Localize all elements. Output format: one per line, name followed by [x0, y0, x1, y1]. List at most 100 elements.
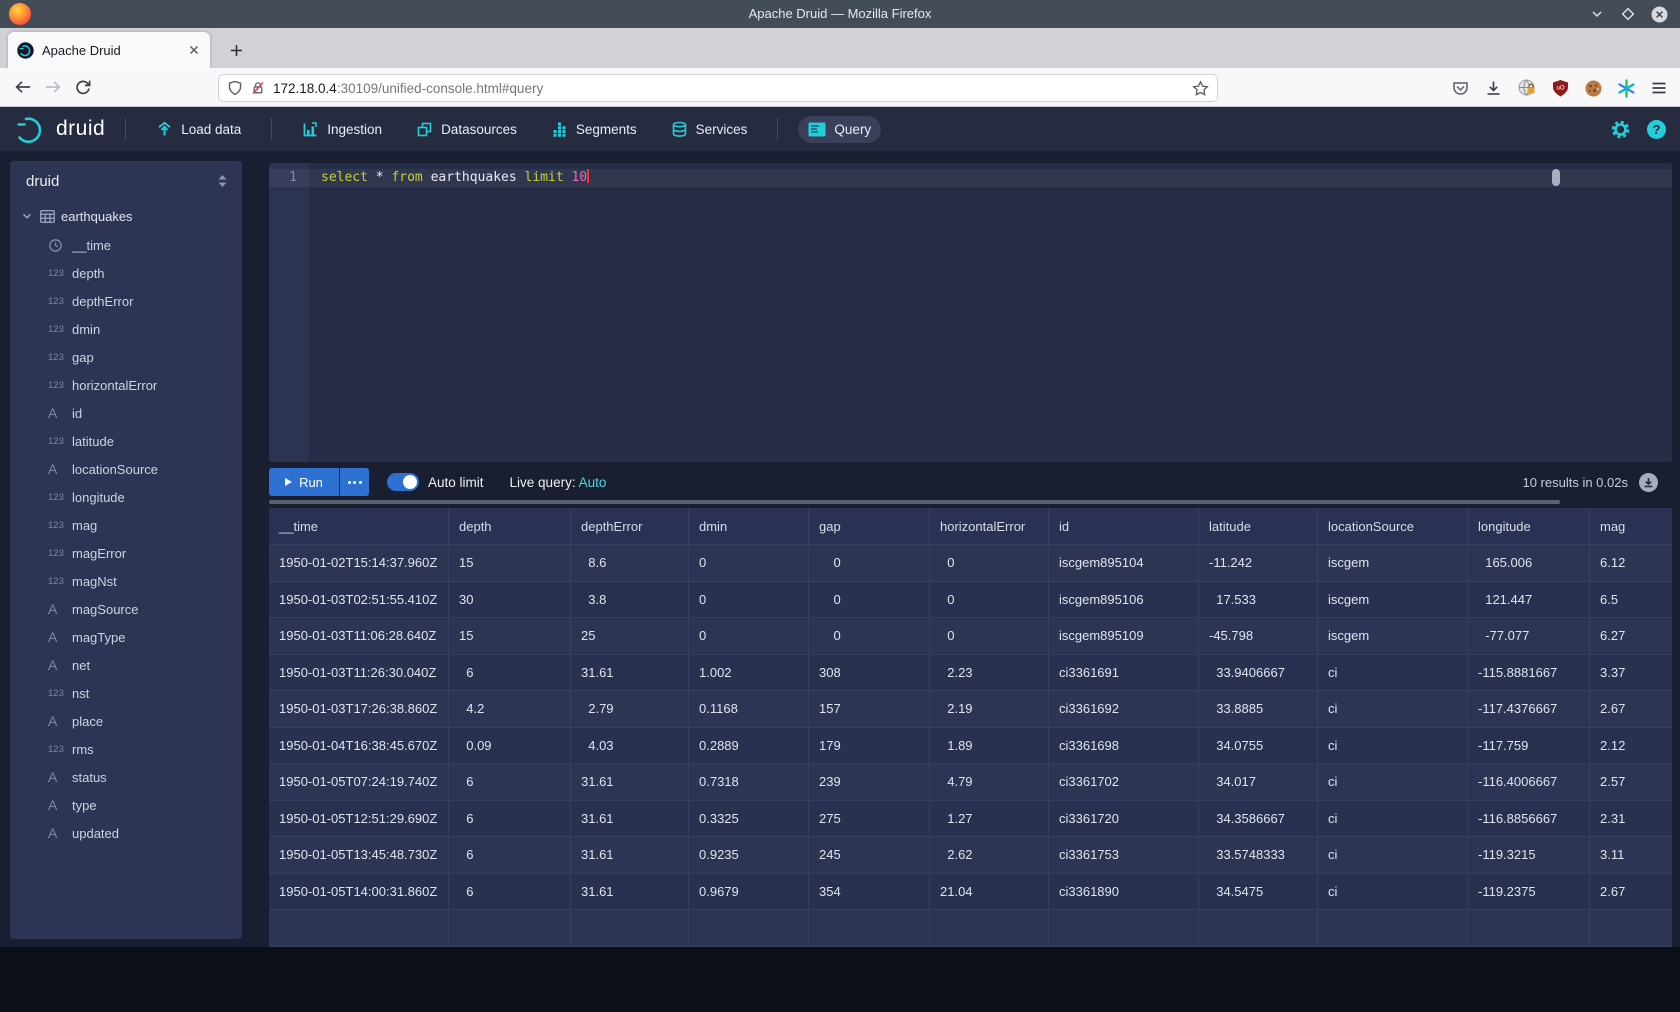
table-cell[interactable]: 33.9406667 [1199, 655, 1318, 691]
table-cell[interactable]: 179 [809, 728, 930, 764]
sidebar-column-nst[interactable]: 123nst [10, 679, 242, 707]
ublock-origin-icon[interactable]: uO [1551, 79, 1570, 98]
sidebar-column-mag[interactable]: 123mag [10, 511, 242, 539]
table-cell[interactable]: 17.533 [1199, 582, 1318, 618]
table-cell[interactable]: -117.4376667 [1468, 691, 1590, 727]
table-cell[interactable]: 15 [449, 545, 571, 581]
chevron-down-icon[interactable] [20, 209, 34, 223]
table-cell[interactable]: 121.447 [1468, 582, 1590, 618]
table-cell[interactable]: iscgem895106 [1049, 582, 1199, 618]
table-header-dmin[interactable]: dmin [689, 508, 809, 544]
nav-ingestion[interactable]: Ingestion [292, 115, 392, 144]
table-cell[interactable]: 0 [930, 582, 1049, 618]
table-cell[interactable]: 2.31 [1590, 801, 1672, 837]
url-bar[interactable]: 172.18.0.4:30109/unified-console.html#qu… [218, 74, 1218, 102]
sql-editor[interactable]: 1 select * from earthquakes limit 10 [269, 163, 1672, 462]
table-cell[interactable]: 2.62 [930, 837, 1049, 873]
table-cell[interactable]: ci [1318, 764, 1468, 800]
table-cell[interactable]: ci3361890 [1049, 874, 1199, 910]
run-button[interactable]: Run [269, 468, 339, 496]
table-cell[interactable]: 0.9235 [689, 837, 809, 873]
table-cell[interactable]: ci [1318, 874, 1468, 910]
sidebar-column-updated[interactable]: Aupdated [10, 819, 242, 847]
url-text[interactable]: 172.18.0.4:30109/unified-console.html#qu… [273, 81, 1185, 96]
insecure-lock-icon[interactable] [250, 80, 266, 96]
table-cell[interactable]: 0 [809, 618, 930, 654]
table-header-longitude[interactable]: longitude [1468, 508, 1590, 544]
table-cell[interactable]: -119.2375 [1468, 874, 1590, 910]
table-cell[interactable]: 2.19 [930, 691, 1049, 727]
table-cell[interactable]: 308 [809, 655, 930, 691]
table-cell[interactable]: 1950-01-03T11:26:30.040Z [269, 655, 449, 691]
table-cell[interactable]: 34.017 [1199, 764, 1318, 800]
nav-query[interactable]: Query [798, 116, 881, 143]
table-cell[interactable]: 0 [930, 618, 1049, 654]
table-cell[interactable]: 4.03 [571, 728, 689, 764]
table-cell[interactable]: 245 [809, 837, 930, 873]
sidebar-column-locationSource[interactable]: AlocationSource [10, 455, 242, 483]
sidebar-column-magSource[interactable]: AmagSource [10, 595, 242, 623]
table-header-depth[interactable]: depth [449, 508, 571, 544]
table-cell[interactable]: ci3361698 [1049, 728, 1199, 764]
table-cell[interactable]: 0.7318 [689, 764, 809, 800]
table-cell[interactable]: 21.04 [930, 874, 1049, 910]
auto-limit-toggle[interactable] [387, 473, 419, 491]
settings-gear-icon[interactable] [1610, 119, 1631, 140]
table-cell[interactable]: 6.5 [1590, 582, 1672, 618]
sidebar-column-type[interactable]: Atype [10, 791, 242, 819]
sidebar-column-horizontalError[interactable]: 123horizontalError [10, 371, 242, 399]
table-cell[interactable]: -115.8881667 [1468, 655, 1590, 691]
table-cell[interactable]: ci [1318, 691, 1468, 727]
table-cell[interactable]: iscgem [1318, 618, 1468, 654]
table-cell[interactable]: 6.12 [1590, 545, 1672, 581]
table-cell[interactable]: ci [1318, 655, 1468, 691]
forward-button[interactable] [38, 72, 68, 102]
table-cell[interactable]: 275 [809, 801, 930, 837]
table-cell[interactable]: 30 [449, 582, 571, 618]
table-cell[interactable]: ci3361753 [1049, 837, 1199, 873]
table-cell[interactable]: iscgem895104 [1049, 545, 1199, 581]
sidebar-column-magNst[interactable]: 123magNst [10, 567, 242, 595]
table-cell[interactable]: 354 [809, 874, 930, 910]
table-header-latitude[interactable]: latitude [1199, 508, 1318, 544]
sidebar-column-gap[interactable]: 123gap [10, 343, 242, 371]
sort-icon[interactable] [217, 174, 228, 188]
table-cell[interactable]: 0.1168 [689, 691, 809, 727]
table-cell[interactable]: 2.67 [1590, 874, 1672, 910]
run-more-button[interactable] [340, 468, 369, 496]
sidebar-column-depth[interactable]: 123depth [10, 259, 242, 287]
table-cell[interactable]: ci3361691 [1049, 655, 1199, 691]
reload-button[interactable] [68, 72, 98, 102]
table-header-depthError[interactable]: depthError [571, 508, 689, 544]
downloads-icon[interactable] [1484, 79, 1503, 98]
table-cell[interactable]: 1950-01-02T15:14:37.960Z [269, 545, 449, 581]
sidebar-column-depthError[interactable]: 123depthError [10, 287, 242, 315]
table-cell[interactable]: 3.11 [1590, 837, 1672, 873]
table-cell[interactable]: 6 [449, 874, 571, 910]
sidebar-column-status[interactable]: Astatus [10, 763, 242, 791]
tab-close-icon[interactable] [187, 43, 201, 57]
table-header-locationSource[interactable]: locationSource [1318, 508, 1468, 544]
table-cell[interactable]: 6 [449, 837, 571, 873]
table-cell[interactable]: ci3361692 [1049, 691, 1199, 727]
pocket-icon[interactable] [1451, 79, 1470, 98]
table-cell[interactable]: ci [1318, 728, 1468, 764]
table-cell[interactable]: 157 [809, 691, 930, 727]
sidebar-column-magError[interactable]: 123magError [10, 539, 242, 567]
table-cell[interactable]: 2.57 [1590, 764, 1672, 800]
table-cell[interactable]: 6.27 [1590, 618, 1672, 654]
table-cell[interactable]: 33.8885 [1199, 691, 1318, 727]
table-cell[interactable]: 31.61 [571, 801, 689, 837]
table-cell[interactable]: 1950-01-04T16:38:45.670Z [269, 728, 449, 764]
table-cell[interactable]: 4.79 [930, 764, 1049, 800]
table-cell[interactable]: -11.242 [1199, 545, 1318, 581]
table-cell[interactable]: 1950-01-03T02:51:55.410Z [269, 582, 449, 618]
sidebar-column-longitude[interactable]: 123longitude [10, 483, 242, 511]
table-cell[interactable]: ci3361720 [1049, 801, 1199, 837]
table-cell[interactable]: 165.006 [1468, 545, 1590, 581]
bookmark-star-icon[interactable] [1192, 80, 1209, 97]
table-cell[interactable]: 31.61 [571, 655, 689, 691]
table-cell[interactable]: 1950-01-05T13:45:48.730Z [269, 837, 449, 873]
table-cell[interactable]: 1.89 [930, 728, 1049, 764]
table-cell[interactable]: 2.23 [930, 655, 1049, 691]
